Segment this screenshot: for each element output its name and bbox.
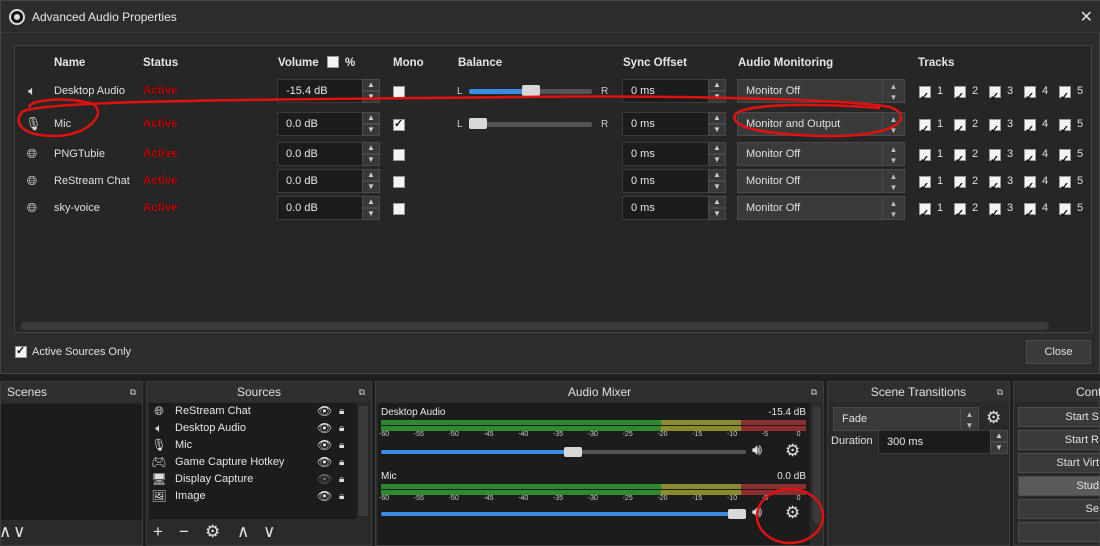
red-annotation-scribble [17,95,903,138]
red-annotation-circle [755,487,825,545]
red-annotation-overlay [17,95,903,545]
